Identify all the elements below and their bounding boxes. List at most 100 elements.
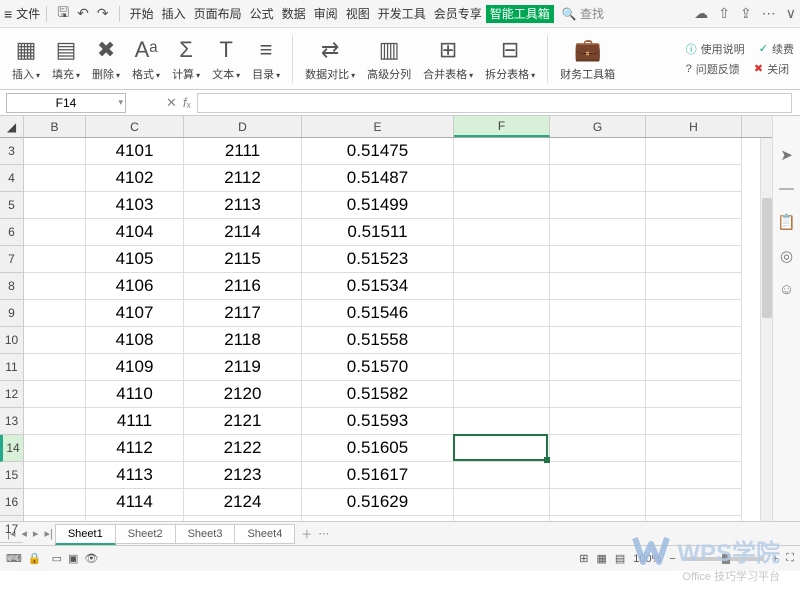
menu-tab-公式[interactable]: 公式: [246, 7, 278, 21]
cell-F13[interactable]: [454, 408, 550, 435]
cell-H10[interactable]: [646, 327, 742, 354]
cell-H14[interactable]: [646, 435, 742, 462]
cell-F17[interactable]: [454, 516, 550, 521]
ribbon-数据对比[interactable]: ⇄数据对比▾: [305, 36, 355, 82]
menu-tab-页面布局[interactable]: 页面布局: [190, 7, 246, 21]
vertical-scrollbar[interactable]: [760, 138, 772, 521]
cell-G9[interactable]: [550, 300, 646, 327]
more-icon[interactable]: ⋯: [762, 5, 776, 22]
cell-B15[interactable]: [24, 462, 86, 489]
cell-E8[interactable]: 0.51534: [302, 273, 454, 300]
cell-E13[interactable]: 0.51593: [302, 408, 454, 435]
row-header-11[interactable]: 11: [0, 354, 23, 381]
row-header-13[interactable]: 13: [0, 408, 23, 435]
cell-H3[interactable]: [646, 138, 742, 165]
grid-view-icon[interactable]: ⊞: [579, 552, 588, 565]
row-header-7[interactable]: 7: [0, 246, 23, 273]
assistant-icon[interactable]: ☺: [779, 281, 794, 298]
select-all-corner[interactable]: ◢: [0, 116, 23, 138]
cell-D16[interactable]: 2124: [184, 489, 302, 516]
spreadsheet-grid[interactable]: ◢ 34567891011121314151617 BCDEFGH 410121…: [0, 116, 800, 521]
cell-H17[interactable]: [646, 516, 742, 521]
cell-F3[interactable]: [454, 138, 550, 165]
cell-D17[interactable]: 2125: [184, 516, 302, 521]
cell-C6[interactable]: 4104: [86, 219, 184, 246]
menu-tab-插入[interactable]: 插入: [158, 7, 190, 21]
undo-icon[interactable]: ↶: [77, 5, 89, 22]
row-header-4[interactable]: 4: [0, 165, 23, 192]
ribbon-计算[interactable]: Σ计算▾: [172, 36, 200, 82]
row-header-15[interactable]: 15: [0, 462, 23, 489]
cell-F5[interactable]: [454, 192, 550, 219]
redo-icon[interactable]: ↷: [97, 5, 109, 22]
cell-C8[interactable]: 4106: [86, 273, 184, 300]
menu-tab-开发工具[interactable]: 开发工具: [374, 7, 430, 21]
ribbon-删除[interactable]: ✖删除▾: [92, 36, 120, 82]
page-view-icon[interactable]: ▣: [68, 552, 78, 565]
save-icon[interactable]: 🖫: [57, 2, 69, 26]
cell-E10[interactable]: 0.51558: [302, 327, 454, 354]
normal-view-icon[interactable]: ▭: [52, 552, 62, 565]
search-box[interactable]: 🔍 查找: [562, 5, 604, 22]
ribbon-插入[interactable]: ▦插入▾: [12, 36, 40, 82]
cell-G11[interactable]: [550, 354, 646, 381]
cell-C14[interactable]: 4112: [86, 435, 184, 462]
cell-B11[interactable]: [24, 354, 86, 381]
row-header-10[interactable]: 10: [0, 327, 23, 354]
last-sheet-icon[interactable]: ▸|: [44, 527, 52, 540]
sheet-list-icon[interactable]: ⋯: [318, 527, 329, 540]
cell-E12[interactable]: 0.51582: [302, 381, 454, 408]
cell-B14[interactable]: [24, 435, 86, 462]
cell-C10[interactable]: 4108: [86, 327, 184, 354]
cell-E6[interactable]: 0.51511: [302, 219, 454, 246]
cell-F7[interactable]: [454, 246, 550, 273]
cell-H11[interactable]: [646, 354, 742, 381]
hamburger-icon[interactable]: ≡: [4, 6, 12, 22]
cell-B13[interactable]: [24, 408, 86, 435]
ribbon-高级分列[interactable]: ▥高级分列: [367, 36, 411, 82]
cell-G8[interactable]: [550, 273, 646, 300]
collapse-icon[interactable]: ∨: [786, 5, 796, 22]
lock-icon[interactable]: 🔒: [28, 552, 42, 565]
cell-D9[interactable]: 2117: [184, 300, 302, 327]
row-header-17[interactable]: 17: [0, 516, 23, 543]
cell-B9[interactable]: [24, 300, 86, 327]
cell-B5[interactable]: [24, 192, 86, 219]
add-sheet-button[interactable]: ＋: [301, 526, 312, 542]
cloud-icon[interactable]: ☁: [694, 5, 708, 22]
ribbon-财务工具箱[interactable]: 💼财务工具箱: [560, 36, 615, 82]
cell-F14[interactable]: [454, 435, 550, 462]
cell-D15[interactable]: 2123: [184, 462, 302, 489]
cell-H7[interactable]: [646, 246, 742, 273]
cell-G7[interactable]: [550, 246, 646, 273]
row-header-6[interactable]: 6: [0, 219, 23, 246]
chevron-down-icon[interactable]: ▾: [118, 97, 123, 108]
share-icon[interactable]: ⇧: [718, 5, 730, 22]
collapse-pane-icon[interactable]: —: [779, 180, 794, 197]
cell-E16[interactable]: 0.51629: [302, 489, 454, 516]
next-sheet-icon[interactable]: ▸: [33, 527, 39, 540]
cell-C11[interactable]: 4109: [86, 354, 184, 381]
sheet-tab-Sheet3[interactable]: Sheet3: [175, 524, 236, 544]
cell-D3[interactable]: 2111: [184, 138, 302, 165]
sheet-tab-Sheet1[interactable]: Sheet1: [55, 524, 116, 545]
cell-E3[interactable]: 0.51475: [302, 138, 454, 165]
cell-H16[interactable]: [646, 489, 742, 516]
cell-E11[interactable]: 0.51570: [302, 354, 454, 381]
row-header-9[interactable]: 9: [0, 300, 23, 327]
cell-H15[interactable]: [646, 462, 742, 489]
close-link[interactable]: 关闭: [767, 61, 789, 77]
ribbon-文本[interactable]: T文本▾: [212, 36, 240, 82]
cell-G15[interactable]: [550, 462, 646, 489]
layout-view-icon[interactable]: ▦: [596, 552, 606, 565]
ribbon-格式[interactable]: Aᵃ格式▾: [132, 36, 160, 82]
cell-B3[interactable]: [24, 138, 86, 165]
cell-D14[interactable]: 2122: [184, 435, 302, 462]
cell-H6[interactable]: [646, 219, 742, 246]
cell-F15[interactable]: [454, 462, 550, 489]
fx-icon[interactable]: fₓ: [183, 95, 191, 111]
cell-B4[interactable]: [24, 165, 86, 192]
file-menu[interactable]: 文件: [16, 5, 40, 22]
cell-C7[interactable]: 4105: [86, 246, 184, 273]
ribbon-合并表格[interactable]: ⊞合并表格▾: [423, 36, 473, 82]
